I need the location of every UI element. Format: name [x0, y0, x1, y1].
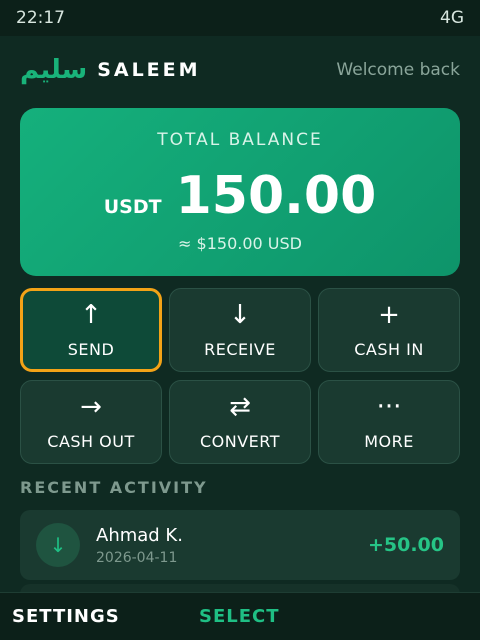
send-label: SEND [67, 339, 115, 359]
balance-row: USDT 150.00 [20, 166, 460, 226]
select-softkey[interactable]: SELECT [199, 606, 280, 627]
softkey-bar: SETTINGS SELECT [0, 592, 480, 640]
transaction-amount: +50.00 [367, 534, 444, 556]
balance-usd-equivalent: ≈ $150.00 USD [178, 234, 302, 253]
transaction-details: Ahmad K. 2026-04-11 [96, 525, 368, 566]
app-header: سليم SALEEM Welcome back [0, 36, 480, 104]
plus-icon: + [378, 299, 400, 330]
receive-button[interactable]: ↓ RECEIVE [169, 288, 311, 372]
cash-out-button[interactable]: → CASH OUT [20, 380, 162, 464]
receive-label: RECEIVE [204, 339, 276, 359]
balance-amount: 150.00 [175, 166, 377, 226]
transaction-date: 2026-04-11 [96, 549, 178, 566]
more-button[interactable]: ··· MORE [318, 380, 460, 464]
convert-button[interactable]: ⇄ CONVERT [169, 380, 311, 464]
balance-currency: USDT [103, 196, 162, 218]
brand-name: SALEEM [97, 59, 201, 81]
cash-in-button[interactable]: + CASH IN [318, 288, 460, 372]
convert-label: CONVERT [199, 431, 280, 451]
arrow-up-icon: ↑ [80, 299, 102, 330]
cash-in-label: CASH IN [354, 339, 424, 359]
balance-card: TOTAL BALANCE USDT 150.00 ≈ $150.00 USD [20, 108, 460, 276]
more-label: MORE [364, 431, 414, 451]
cash-out-label: CASH OUT [47, 431, 135, 451]
balance-label: TOTAL BALANCE [157, 130, 323, 150]
brand-logo: سليم SALEEM [20, 57, 201, 83]
arrow-right-icon: → [80, 391, 102, 422]
settings-softkey[interactable]: SETTINGS [12, 606, 199, 627]
more-icon: ··· [376, 391, 402, 422]
arrow-down-icon: ↓ [229, 299, 251, 330]
status-network: 4G [440, 8, 464, 28]
swap-icon: ⇄ [229, 391, 251, 422]
brand-arabic-wordmark: سليم [20, 55, 88, 85]
welcome-text: Welcome back [336, 60, 460, 80]
actions-grid: ↑ SEND ↓ RECEIVE + CASH IN → CASH OUT ⇄ … [20, 288, 460, 464]
transaction-name: Ahmad K. [96, 524, 183, 546]
status-bar: 22:17 4G [0, 0, 480, 36]
arrow-down-icon: ↓ [36, 523, 80, 567]
status-time: 22:17 [16, 8, 65, 28]
send-button[interactable]: ↑ SEND [20, 288, 162, 372]
recent-activity-title: RECENT ACTIVITY [20, 478, 208, 497]
transaction-row[interactable]: ↓ Ahmad K. 2026-04-11 +50.00 [20, 510, 460, 580]
